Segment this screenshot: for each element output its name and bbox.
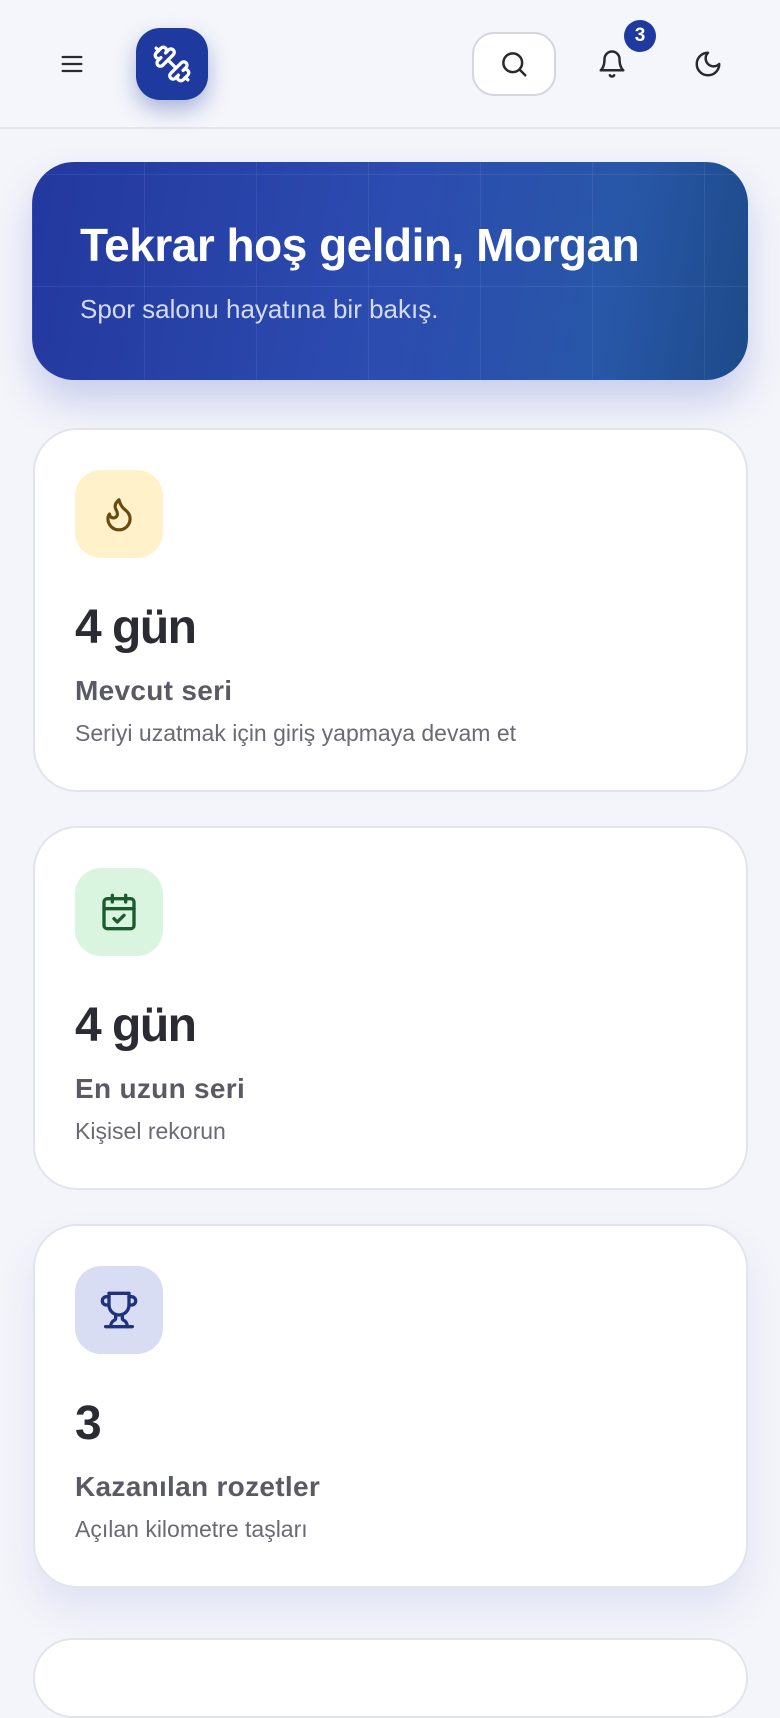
- stat-value: 4 gün: [75, 999, 197, 1052]
- search-button[interactable]: [472, 32, 556, 96]
- dumbbell-icon: [153, 45, 191, 83]
- badges-earned-card: 3 Kazanılan rozetler Açılan kilometre ta…: [33, 1224, 748, 1588]
- next-card-partial: [33, 1638, 748, 1718]
- welcome-banner: Tekrar hoş geldin, Morgan Spor salonu ha…: [32, 162, 748, 380]
- stat-icon-badge: [75, 868, 163, 956]
- stat-value: 4 gün: [75, 601, 197, 654]
- moon-icon: [695, 51, 721, 77]
- calendar-check-icon: [102, 893, 136, 931]
- bell-icon: [599, 50, 625, 78]
- trophy-icon: [100, 1291, 138, 1329]
- theme-toggle-button[interactable]: [684, 40, 732, 88]
- top-app-bar: 3: [0, 0, 780, 129]
- stat-description: Açılan kilometre taşları: [75, 1516, 308, 1542]
- flame-icon: [106, 498, 132, 532]
- current-streak-card: 4 gün Mevcut seri Seriyi uzatmak için gi…: [33, 428, 748, 792]
- search-icon: [502, 52, 527, 77]
- stat-label: Kazanılan rozetler: [75, 1471, 321, 1502]
- stat-icon-badge: [75, 470, 163, 558]
- app-logo[interactable]: [136, 28, 208, 100]
- stat-description: Kişisel rekorun: [75, 1118, 226, 1144]
- stat-label: Mevcut seri: [75, 675, 233, 706]
- stat-label: En uzun seri: [75, 1073, 246, 1104]
- menu-icon: [61, 55, 83, 73]
- longest-streak-card: 4 gün En uzun seri Kişisel rekorun: [33, 826, 748, 1190]
- stat-description: Seriyi uzatmak için giriş yapmaya devam …: [75, 720, 516, 746]
- stat-value: 3: [75, 1397, 102, 1450]
- notification-count-badge: 3: [624, 20, 656, 52]
- welcome-title: Tekrar hoş geldin, Morgan: [80, 219, 640, 271]
- stat-icon-badge: [75, 1266, 163, 1354]
- menu-button[interactable]: [48, 40, 96, 88]
- welcome-subtitle: Spor salonu hayatına bir bakış.: [80, 294, 439, 324]
